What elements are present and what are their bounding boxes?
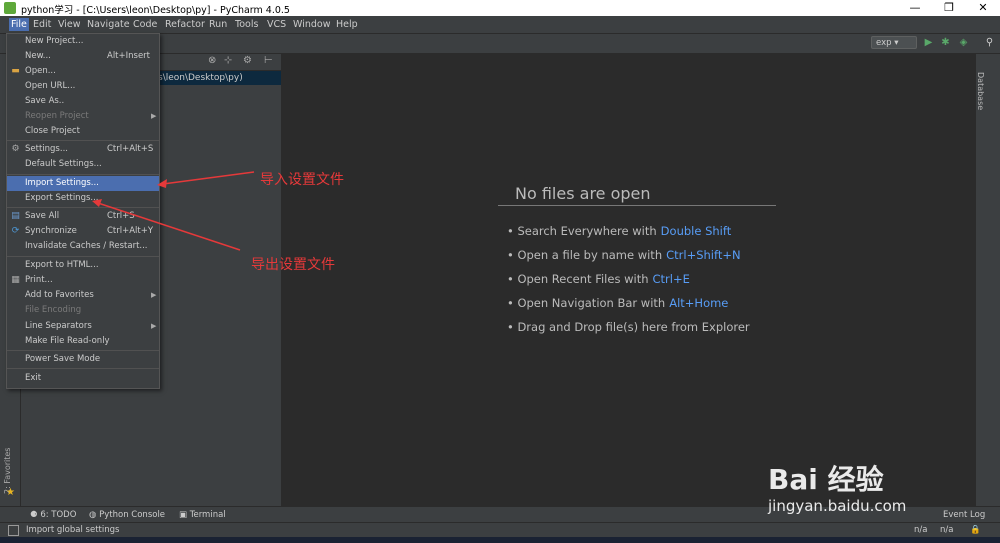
baidu-watermark-url: jingyan.baidu.com	[768, 497, 907, 515]
export-arrow	[97, 202, 241, 251]
import-arrowhead	[157, 179, 167, 188]
import-arrow	[162, 171, 255, 185]
export-annotation: 导出设置文件	[251, 257, 335, 273]
import-annotation: 导入设置文件	[260, 172, 344, 188]
export-arrowhead	[92, 199, 102, 207]
baidu-watermark-logo: Bai 经验	[768, 463, 884, 496]
